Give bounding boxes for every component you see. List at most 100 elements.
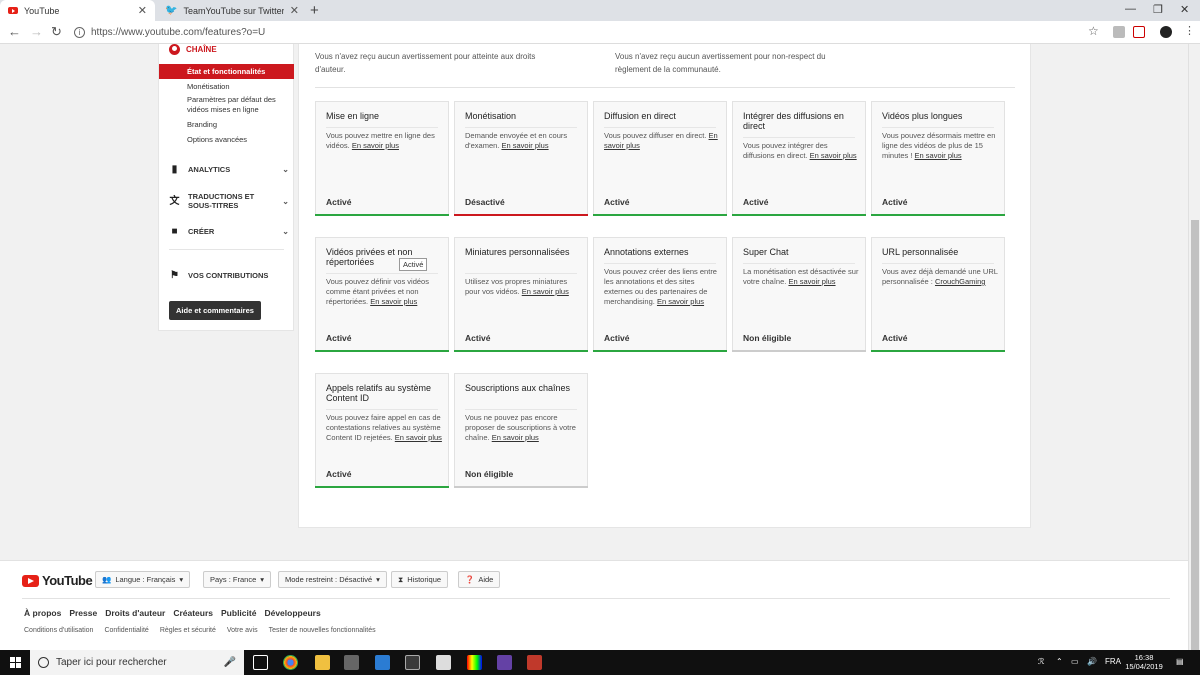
sidebar-item-status-features[interactable]: État et fonctionnalités — [159, 64, 294, 79]
sidebar-item-monetisation[interactable]: Monétisation — [187, 82, 287, 92]
microphone-icon[interactable]: 🎤 — [224, 657, 236, 668]
dropdown-arrow-icon: ▾ — [179, 575, 184, 584]
new-tab-icon[interactable]: + — [310, 2, 319, 19]
footer-sublink[interactable]: Conditions d'utilisation — [24, 627, 93, 634]
learn-more-link[interactable]: En savoir plus — [352, 141, 399, 150]
sidebar-item-translations[interactable]: 文 TRADUCTIONS ET SOUS-TITRES ⌄ — [169, 192, 290, 210]
chevron-down-icon: ⌄ — [282, 227, 289, 236]
taskbar-clock[interactable]: 16:38 15/04/2019 — [1124, 653, 1164, 671]
clock-time: 16:38 — [1134, 653, 1154, 662]
extension-icon[interactable] — [1133, 26, 1145, 38]
extension-icon[interactable] — [1113, 26, 1125, 38]
learn-more-link[interactable]: En savoir plus — [492, 433, 539, 442]
close-icon[interactable]: ✕ — [290, 4, 299, 17]
learn-more-link[interactable]: CrouchGaming — [935, 277, 985, 286]
youtube-logo[interactable]: YouTube — [22, 573, 93, 588]
tab-twitter[interactable]: 🐦 TeamYouTube sur Twitter : "Merc ✕ — [157, 0, 307, 21]
feature-card: Souscriptions aux chaînes Vous ne pouvez … — [454, 373, 588, 488]
footer-link[interactable]: Droits d'auteur — [105, 608, 165, 618]
language-button[interactable]: 👥 Langue : Français ▾ — [95, 571, 191, 588]
learn-more-link[interactable]: En savoir plus — [788, 277, 835, 286]
reload-icon[interactable]: ↻ — [51, 24, 62, 40]
app-icon[interactable] — [527, 655, 542, 670]
twitter-favicon-icon: 🐦 — [165, 5, 178, 16]
footer-link[interactable]: Développeurs — [264, 608, 320, 618]
tray-chevron-icon[interactable]: ⌃ — [1056, 657, 1063, 666]
notifications-icon[interactable]: ▤ — [1176, 657, 1184, 666]
footer-link[interactable]: À propos — [24, 608, 61, 618]
tab-title: TeamYouTube sur Twitter : "Merc — [183, 5, 284, 16]
feature-status: Non éligible — [743, 333, 792, 343]
learn-more-link[interactable]: En savoir plus — [915, 151, 962, 160]
history-button[interactable]: ⧗ Historique — [391, 571, 449, 588]
status-bar — [871, 214, 1005, 216]
help-button[interactable]: ❓ Aide — [458, 571, 501, 588]
sidebar-item-chaine[interactable]: CHAÎNE — [169, 44, 217, 55]
learn-more-link[interactable]: En savoir plus — [657, 297, 704, 306]
restricted-mode-button[interactable]: Mode restreint : Désactivé ▾ — [278, 571, 387, 588]
close-icon[interactable]: ✕ — [138, 4, 147, 17]
tab-youtube[interactable]: YouTube ✕ — [0, 0, 155, 21]
file-explorer-icon[interactable] — [315, 655, 330, 670]
footer-link[interactable]: Publicité — [221, 608, 256, 618]
app-icon[interactable] — [344, 655, 359, 670]
sidebar-item-branding[interactable]: Branding — [187, 120, 287, 130]
mail-icon[interactable] — [436, 655, 451, 670]
task-view-icon[interactable] — [253, 655, 268, 670]
feature-title: Vidéos plus longues — [882, 111, 963, 121]
twitch-icon[interactable] — [497, 655, 512, 670]
footer-sublink[interactable]: Tester de nouvelles fonctionnalités — [269, 627, 376, 634]
info-icon[interactable]: i — [74, 26, 85, 38]
people-icon[interactable]: ℛ — [1038, 657, 1044, 666]
contributions-icon: ⚑ — [170, 270, 179, 281]
sidebar-item-analytics[interactable]: ▮ ANALYTICS ⌄ — [169, 164, 289, 175]
feature-description: Vous pouvez définir vos vidéos comme éta… — [326, 277, 444, 307]
learn-more-link[interactable]: En savoir plus — [370, 297, 417, 306]
store-icon[interactable] — [405, 655, 420, 670]
scrollbar-thumb[interactable] — [1191, 220, 1199, 650]
learn-more-link[interactable]: En savoir plus — [522, 287, 569, 296]
dropdown-arrow-icon: ▾ — [376, 575, 380, 584]
footer-link[interactable]: Créateurs — [173, 608, 213, 618]
forward-arrow-icon[interactable]: → — [30, 24, 43, 39]
feature-description: Vous pouvez diffuser en direct. En savoi… — [604, 131, 722, 151]
app-icon[interactable] — [375, 655, 390, 670]
language-indicator[interactable]: FRA — [1105, 657, 1121, 666]
sidebar-item-label: ANALYTICS — [188, 165, 231, 174]
feature-status: Activé — [326, 469, 352, 479]
profile-avatar-icon[interactable] — [1160, 26, 1172, 38]
sidebar-item-advanced[interactable]: Options avancées — [187, 135, 287, 145]
feature-description: Vous pouvez mettre en ligne des vidéos. … — [326, 131, 444, 151]
minimize-icon[interactable]: — — [1125, 3, 1136, 15]
menu-kebab-icon[interactable]: ⋮ — [1184, 24, 1195, 37]
page-scrollbar[interactable] — [1188, 44, 1200, 650]
footer-sublink[interactable]: Votre avis — [227, 627, 258, 634]
footer-link[interactable]: Presse — [69, 608, 97, 618]
learn-more-link[interactable]: En savoir plus — [501, 141, 548, 150]
footer-sublink[interactable]: Règles et sécurité — [160, 627, 216, 634]
bookmark-star-icon[interactable]: ☆ — [1088, 24, 1099, 38]
volume-icon[interactable]: 🔊 — [1087, 657, 1097, 666]
app-icon[interactable] — [467, 655, 482, 670]
sidebar-item-contributions[interactable]: ⚑ VOS CONTRIBUTIONS — [169, 270, 289, 281]
footer-sublink[interactable]: Confidentialité — [104, 627, 148, 634]
back-arrow-icon[interactable]: ← — [8, 24, 21, 39]
sidebar-item-upload-defaults[interactable]: Paramètres par défaut des vidéos mises e… — [187, 95, 287, 115]
feature-description: Vous pouvez créer des liens entre les an… — [604, 267, 722, 307]
learn-more-link[interactable]: En savoir plus — [810, 151, 857, 160]
taskbar-search-placeholder: Taper ici pour rechercher — [56, 657, 167, 668]
country-button[interactable]: Pays : France ▾ — [203, 571, 272, 588]
status-bar — [871, 350, 1005, 352]
sidebar-item-create[interactable]: ■ CRÉER ⌄ — [169, 226, 289, 237]
network-icon[interactable]: ▭ — [1071, 657, 1079, 666]
maximize-icon[interactable]: ❐ — [1153, 3, 1163, 16]
windows-start-icon[interactable] — [10, 657, 21, 668]
taskbar-search[interactable]: Taper ici pour rechercher 🎤 — [30, 650, 244, 675]
chrome-icon[interactable] — [283, 655, 298, 670]
feature-status: Non éligible — [465, 469, 514, 479]
learn-more-link[interactable]: En savoir plus — [395, 433, 442, 442]
window-close-icon[interactable]: ✕ — [1180, 3, 1189, 16]
address-bar[interactable]: i https://www.youtube.com/features?o=U — [70, 23, 1105, 41]
help-feedback-button[interactable]: Aide et commentaires — [169, 301, 261, 320]
feature-description: Vous pouvez faire appel en cas de contes… — [326, 413, 444, 443]
